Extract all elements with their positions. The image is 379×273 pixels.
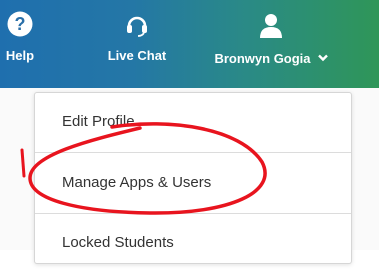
menu-item-label: Manage Apps & Users (62, 174, 212, 191)
menu-item-label: Edit Profile (62, 113, 135, 130)
menu-item-label: Locked Students (62, 234, 174, 251)
menu-item-edit-profile[interactable]: Edit Profile (35, 92, 351, 153)
user-dropdown-menu: Edit Profile Manage Apps & Users Locked … (34, 92, 352, 264)
top-nav-bar: ? Help Live Chat Bronwyn Gogia (0, 0, 379, 88)
user-name-label: Bronwyn Gogia (214, 50, 311, 66)
help-label: Help (5, 48, 35, 63)
help-button[interactable]: ? Help (0, 0, 40, 88)
live-chat-button[interactable]: Live Chat (92, 0, 182, 88)
chevron-down-icon (317, 49, 328, 67)
user-menu-toggle[interactable]: Bronwyn Gogia (196, 0, 346, 88)
headset-icon (125, 13, 149, 42)
help-icon: ? (7, 11, 33, 42)
svg-text:?: ? (15, 14, 26, 34)
menu-item-locked-students[interactable]: Locked Students (35, 213, 351, 273)
menu-item-manage-apps-users[interactable]: Manage Apps & Users (35, 153, 351, 214)
user-avatar-icon (258, 12, 284, 43)
live-chat-label: Live Chat (107, 48, 167, 63)
